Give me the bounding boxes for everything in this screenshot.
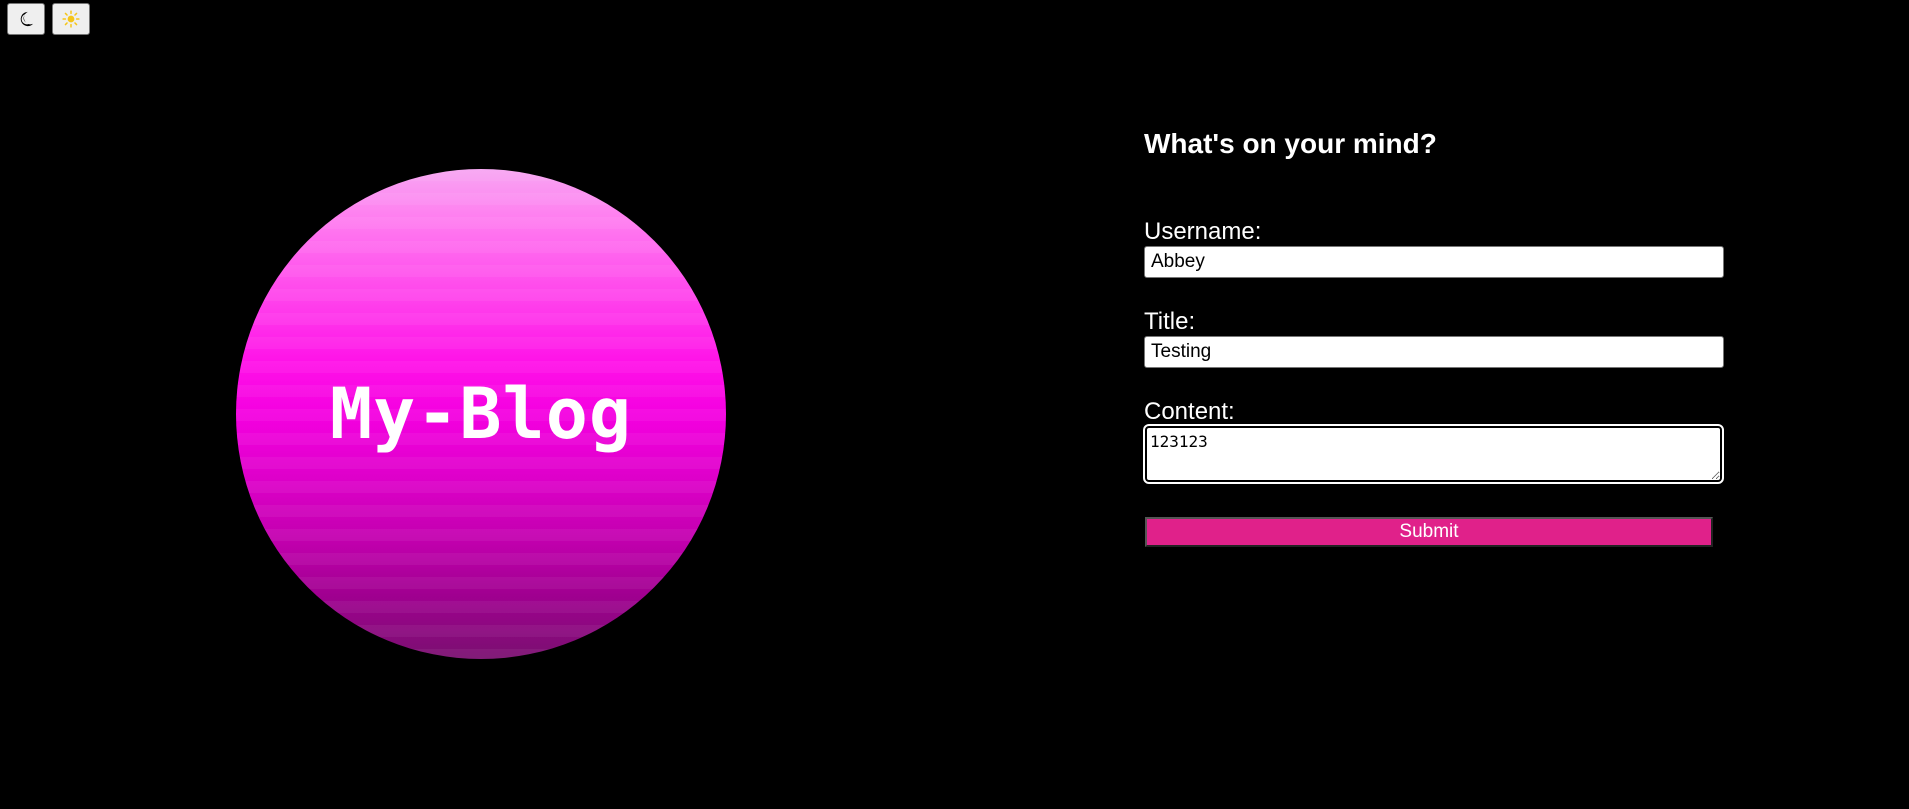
title-input[interactable] (1144, 336, 1724, 368)
blog-logo-text: My-Blog (329, 373, 632, 455)
moon-icon (17, 10, 35, 28)
blog-logo-circle: My-Blog (236, 169, 726, 659)
new-post-form: What's on your mind? Username: Title: Co… (1143, 126, 1724, 547)
title-label: Title: (1144, 308, 1196, 335)
content-textarea[interactable]: 123123 (1143, 424, 1724, 484)
content-label: Content: (1144, 398, 1235, 425)
light-mode-button[interactable] (52, 3, 90, 35)
form-heading: What's on your mind? (1144, 128, 1437, 159)
sun-icon (62, 10, 80, 28)
dark-mode-button[interactable] (7, 3, 45, 35)
submit-button[interactable]: Submit (1145, 517, 1713, 547)
username-label: Username: (1144, 218, 1262, 245)
theme-toggles (7, 3, 90, 35)
username-input[interactable] (1144, 246, 1724, 278)
